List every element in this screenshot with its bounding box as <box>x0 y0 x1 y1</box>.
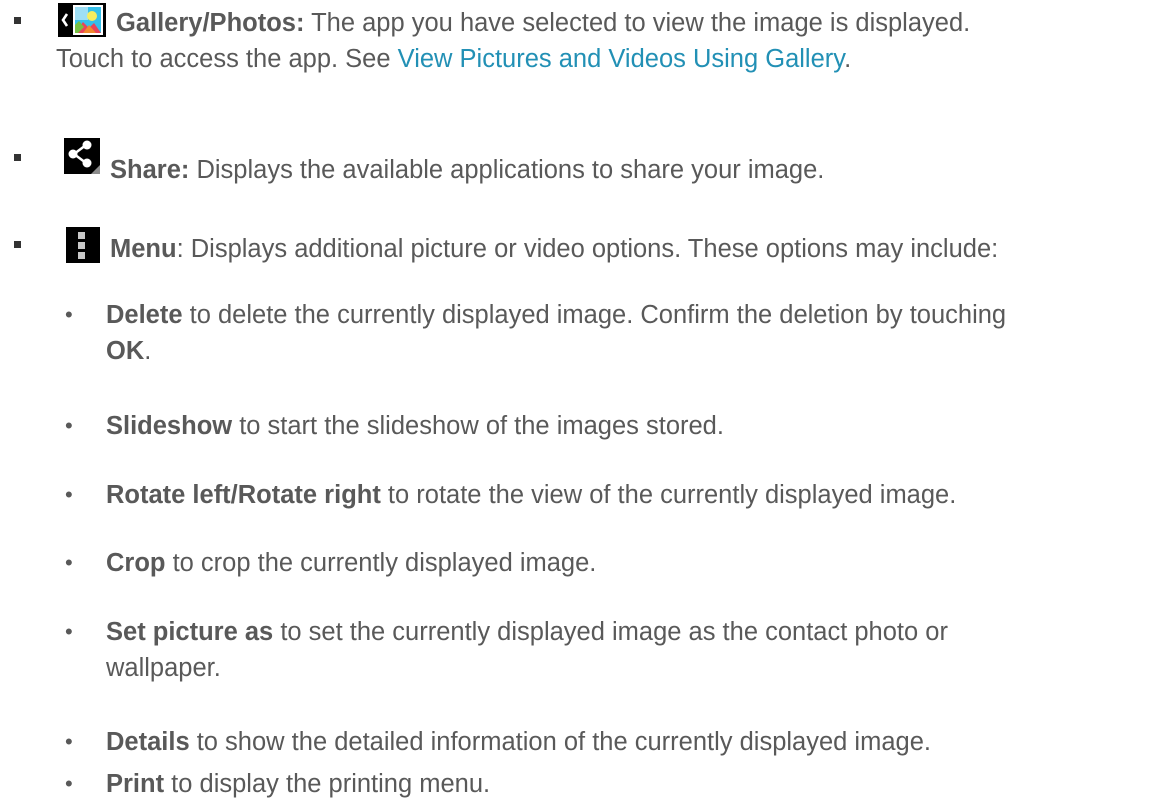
set-picture-as-desc-line2: wallpaper. <box>106 654 221 682</box>
share-label: Share: <box>110 156 190 184</box>
delete-desc-end: . <box>144 337 152 365</box>
gallery-photos-icon[interactable] <box>58 3 106 37</box>
list-item-menu: Menu: Displays additional picture or vid… <box>0 227 1153 267</box>
gallery-photos-desc-line2-post: . <box>844 45 852 73</box>
crop-term: Crop <box>106 549 166 577</box>
menu-desc: : Displays additional picture or video o… <box>176 235 999 263</box>
gallery-photos-desc-line1: The app you have selected to view the im… <box>304 9 971 37</box>
set-picture-as-desc: to set the currently displayed image as … <box>273 618 948 646</box>
item-text: Gallery/Photos: The app you have selecte… <box>56 3 1146 77</box>
list-item-set-picture-as: • Set picture as to set the currently di… <box>0 614 1153 690</box>
square-bullet <box>14 17 21 24</box>
list-item-crop: • Crop to crop the currently displayed i… <box>0 545 1153 581</box>
item-text: Crop to crop the currently displayed ima… <box>106 545 1146 581</box>
item-text: Details to show the detailed information… <box>106 724 1146 760</box>
rotate-desc: to rotate the view of the currently disp… <box>380 481 957 509</box>
dot-bullet: • <box>65 729 73 754</box>
gallery-photos-label: Gallery/Photos: <box>116 9 305 37</box>
square-bullet <box>14 241 21 248</box>
dot-bullet: • <box>65 771 73 796</box>
delete-term: Delete <box>106 301 183 329</box>
item-text: Share: Displays the available applicatio… <box>56 138 1146 188</box>
item-text: Menu: Displays additional picture or vid… <box>56 227 1146 267</box>
list-item-delete: • Delete to delete the currently display… <box>0 297 1153 373</box>
dot-bullet: • <box>65 302 73 327</box>
item-text: Slideshow to start the slideshow of the … <box>106 408 1146 444</box>
list-item-gallery-photos: Gallery/Photos: The app you have selecte… <box>0 3 1153 83</box>
print-term: Print <box>106 770 165 798</box>
list-item-slideshow: • Slideshow to start the slideshow of th… <box>0 408 1153 444</box>
dot-bullet: • <box>65 550 73 575</box>
item-text: Print to display the printing menu. <box>106 766 1146 802</box>
rotate-term: Rotate left/Rotate right <box>106 481 381 509</box>
list-item-rotate: • Rotate left/Rotate right to rotate the… <box>0 477 1153 513</box>
ok-term: OK <box>106 337 145 365</box>
menu-icon[interactable] <box>66 227 100 263</box>
menu-label: Menu <box>110 235 177 263</box>
crop-desc: to crop the currently displayed image. <box>165 549 597 577</box>
share-desc: Displays the available applications to s… <box>189 156 825 184</box>
details-term: Details <box>106 728 190 756</box>
dot-bullet: • <box>65 619 73 644</box>
share-icon[interactable] <box>64 138 100 174</box>
set-picture-as-term: Set picture as <box>106 618 274 646</box>
item-text: Set picture as to set the currently disp… <box>106 614 1146 686</box>
details-desc: to show the detailed information of the … <box>189 728 931 756</box>
square-bullet <box>14 154 21 161</box>
dot-bullet: • <box>65 482 73 507</box>
item-text: Delete to delete the currently displayed… <box>106 297 1146 369</box>
document-page: Gallery/Photos: The app you have selecte… <box>0 0 1153 802</box>
slideshow-term: Slideshow <box>106 412 233 440</box>
view-pictures-link[interactable]: View Pictures and Videos Using Gallery <box>398 45 844 73</box>
delete-desc: to delete the currently displayed image.… <box>182 301 1007 329</box>
gallery-photos-desc-line2-pre: Touch to access the app. See <box>56 45 398 73</box>
list-item-print: • Print to display the printing menu. <box>0 766 1153 802</box>
list-item-share: Share: Displays the available applicatio… <box>0 138 1153 188</box>
dot-bullet: • <box>65 413 73 438</box>
print-desc: to display the printing menu. <box>164 770 491 798</box>
slideshow-desc: to start the slideshow of the images sto… <box>232 412 724 440</box>
item-text: Rotate left/Rotate right to rotate the v… <box>106 477 1146 513</box>
list-item-details: • Details to show the detailed informati… <box>0 724 1153 760</box>
